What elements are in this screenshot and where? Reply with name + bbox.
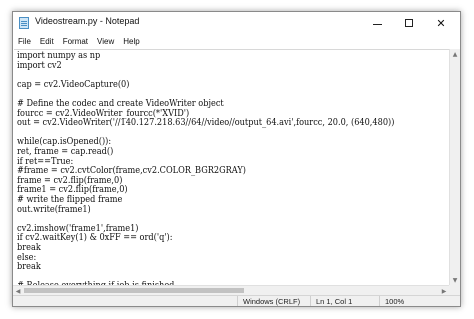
minimize-icon: [372, 23, 382, 25]
horizontal-scrollbar[interactable]: ◀ ▶: [13, 285, 449, 295]
window-title: Videostream.py - Notepad: [35, 16, 140, 26]
close-icon: ✕: [436, 16, 446, 30]
title-bar[interactable]: Videostream.py - Notepad ✕: [13, 12, 460, 34]
scrollbar-corner: [449, 285, 460, 295]
menu-help[interactable]: Help: [123, 37, 139, 46]
maximize-button[interactable]: [394, 12, 424, 34]
menu-edit[interactable]: Edit: [40, 37, 54, 46]
status-zoom: 100%: [379, 296, 404, 306]
vertical-scrollbar[interactable]: ▲ ▼: [449, 49, 460, 285]
status-cursor-position: Ln 1, Col 1: [310, 296, 352, 306]
horizontal-scroll-thumb[interactable]: [24, 288, 244, 293]
menu-view[interactable]: View: [97, 37, 114, 46]
status-bar: Windows (CRLF) Ln 1, Col 1 100%: [13, 295, 460, 306]
menu-file[interactable]: File: [18, 37, 31, 46]
maximize-icon: [405, 19, 413, 27]
scroll-down-icon[interactable]: ▼: [450, 275, 460, 285]
notepad-icon: [19, 17, 29, 29]
minimize-button[interactable]: [362, 12, 392, 34]
close-button[interactable]: ✕: [426, 12, 456, 34]
status-line-ending: Windows (CRLF): [237, 296, 300, 306]
code-line[interactable]: out = cv2.VideoWriter('//140.127.218.63/…: [17, 118, 394, 129]
notepad-window: Videostream.py - Notepad ✕ File Edit For…: [12, 11, 461, 307]
code-line[interactable]: cap = cv2.VideoCapture(0): [17, 80, 129, 91]
code-line[interactable]: import cv2: [17, 61, 62, 72]
code-line[interactable]: out.write(frame1): [17, 205, 91, 216]
code-line[interactable]: break: [17, 262, 41, 273]
menu-format[interactable]: Format: [63, 37, 88, 46]
text-editor[interactable]: import numpy as np import cv2 cap = cv2.Vi…: [14, 49, 449, 286]
menu-bar: File Edit Format View Help: [13, 34, 460, 49]
scroll-up-icon[interactable]: ▲: [450, 49, 460, 59]
